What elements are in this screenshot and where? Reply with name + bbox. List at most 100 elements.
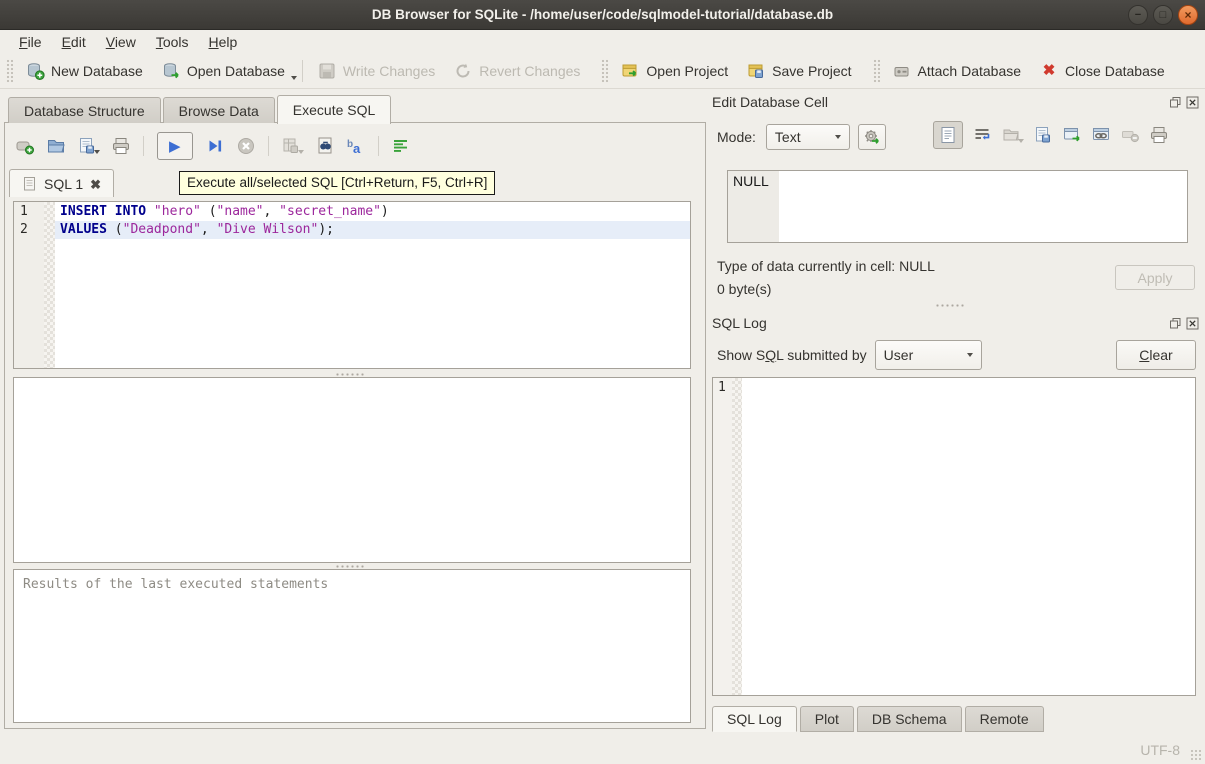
- menu-help[interactable]: Help: [199, 32, 248, 52]
- sql-doc-tab-bar: SQL 1 ✖: [9, 169, 114, 197]
- autocomplete-icon[interactable]: ba: [346, 136, 366, 156]
- close-database-button[interactable]: ✖ Close Database: [1030, 57, 1174, 85]
- bottom-dock-tab-bar: SQL Log Plot DB Schema Remote: [712, 706, 1047, 732]
- toolbar-separator: [302, 60, 303, 82]
- sql-toolbar-separator: [143, 136, 144, 156]
- dock-tab-sql-log[interactable]: SQL Log: [712, 706, 797, 732]
- cell-value-editor[interactable]: NULL: [727, 170, 1188, 243]
- results-grid-pane[interactable]: [13, 377, 691, 563]
- print-sql-icon[interactable]: [111, 136, 131, 156]
- fold-margin: [44, 202, 55, 368]
- save-project-icon: [746, 61, 766, 81]
- code-area[interactable]: INSERT INTO "hero" ("name", "secret_name…: [55, 202, 690, 368]
- dock-tab-remote[interactable]: Remote: [965, 706, 1044, 732]
- log-source-value: User: [884, 347, 914, 363]
- write-changes-button: Write Changes: [308, 57, 444, 85]
- cell-value-area[interactable]: [779, 171, 1187, 242]
- attach-database-button[interactable]: Attach Database: [883, 57, 1031, 85]
- results-message-pane[interactable]: Results of the last executed statements: [13, 569, 691, 723]
- open-database-dropdown-arrow[interactable]: [291, 76, 297, 80]
- link-data-icon[interactable]: [1091, 125, 1111, 145]
- filter-label: Show SQL submitted by: [717, 347, 867, 363]
- clear-log-button[interactable]: Clear: [1116, 340, 1196, 370]
- execute-line-button[interactable]: [205, 136, 225, 156]
- main-area: Database Structure Browse Data Execute S…: [0, 90, 1205, 735]
- revert-changes-icon: [453, 61, 473, 81]
- open-project-button[interactable]: Open Project: [611, 57, 737, 85]
- dock-tab-db-schema[interactable]: DB Schema: [857, 706, 962, 732]
- mode-row: Mode: Text: [717, 123, 886, 151]
- right-dock-area: Edit Database Cell Mode: Text: [705, 90, 1205, 735]
- dock-splitter-handle[interactable]: [935, 303, 965, 308]
- export-icon[interactable]: [1033, 125, 1053, 145]
- print-cell-icon[interactable]: [1149, 125, 1169, 145]
- save-sql-file-button[interactable]: [77, 136, 100, 156]
- word-wrap-icon[interactable]: [972, 125, 992, 145]
- format-sql-icon[interactable]: [391, 136, 411, 156]
- text-mode-button[interactable]: [933, 121, 963, 149]
- mode-label: Mode:: [717, 129, 756, 145]
- minimize-button[interactable]: −: [1128, 5, 1148, 25]
- line-number-gutter: 1 2: [14, 202, 44, 368]
- dock-float-icon[interactable]: [1169, 96, 1182, 109]
- log-source-combobox[interactable]: User: [875, 340, 982, 370]
- write-changes-icon: [317, 61, 337, 81]
- sql-toolbar: ▶ ba: [15, 129, 411, 163]
- new-database-icon: [25, 61, 45, 81]
- menu-file[interactable]: File: [9, 32, 52, 52]
- toolbar-grip[interactable]: [873, 59, 880, 83]
- log-content: [742, 378, 1195, 695]
- new-database-button[interactable]: New Database: [16, 57, 152, 85]
- toolbar-grip[interactable]: [6, 59, 13, 83]
- close-database-icon: ✖: [1039, 61, 1059, 81]
- menu-edit[interactable]: Edit: [52, 32, 96, 52]
- title-bar: DB Browser for SQLite - /home/user/code/…: [0, 0, 1205, 30]
- sql-doc-tab[interactable]: SQL 1 ✖: [9, 169, 114, 197]
- minimize-icon: −: [1135, 10, 1141, 21]
- apply-button: Apply: [1115, 265, 1195, 290]
- dock-tab-plot[interactable]: Plot: [800, 706, 854, 732]
- save-sql-dropdown-arrow[interactable]: [94, 150, 100, 154]
- sql-doc-icon: [22, 176, 37, 192]
- open-sql-file-icon[interactable]: [46, 136, 66, 156]
- sql-doc-tab-close-icon[interactable]: ✖: [90, 178, 101, 191]
- execute-all-icon: ▶: [169, 138, 181, 155]
- save-results-dropdown-arrow: [298, 150, 304, 154]
- execute-all-button[interactable]: ▶: [157, 132, 193, 160]
- tab-browse-data[interactable]: Browse Data: [163, 97, 275, 123]
- sql-log-dock-header: SQL Log: [712, 315, 1199, 331]
- resize-grip[interactable]: [1190, 749, 1202, 761]
- dock-float-icon[interactable]: [1169, 317, 1182, 330]
- stop-button: [236, 136, 256, 156]
- maximize-button[interactable]: □: [1153, 5, 1173, 25]
- toolbar-grip[interactable]: [601, 59, 608, 83]
- menu-view[interactable]: View: [96, 32, 146, 52]
- import-cell-button: [1001, 125, 1024, 145]
- find-icon[interactable]: [315, 136, 335, 156]
- sql-toolbar-separator: [378, 136, 379, 156]
- tab-execute-sql[interactable]: Execute SQL: [277, 95, 392, 124]
- gear-arrow-icon: [862, 127, 882, 147]
- menu-tools[interactable]: Tools: [146, 32, 199, 52]
- close-button[interactable]: ×: [1178, 5, 1198, 25]
- save-project-button[interactable]: Save Project: [737, 57, 860, 85]
- sql-editor[interactable]: 1 2 INSERT INTO "hero" ("name", "secret_…: [13, 201, 691, 369]
- new-sql-tab-icon[interactable]: [15, 136, 35, 156]
- main-tab-bar: Database Structure Browse Data Execute S…: [8, 97, 393, 123]
- tab-database-structure[interactable]: Database Structure: [8, 97, 161, 123]
- sql-log-title: SQL Log: [712, 315, 767, 331]
- sql-log-view[interactable]: 1: [712, 377, 1196, 696]
- open-external-icon[interactable]: [1062, 125, 1082, 145]
- set-null-icon: [1120, 125, 1140, 145]
- mode-value: Text: [775, 129, 801, 145]
- sql-toolbar-separator: [268, 136, 269, 156]
- dock-close-icon[interactable]: [1186, 317, 1199, 330]
- encoding-indicator[interactable]: UTF-8: [1140, 742, 1180, 758]
- close-icon: ×: [1184, 9, 1191, 21]
- dock-close-icon[interactable]: [1186, 96, 1199, 109]
- open-database-button[interactable]: Open Database: [152, 57, 294, 85]
- auto-mode-button[interactable]: [858, 124, 886, 150]
- mode-combobox-arrow: [835, 135, 841, 139]
- log-line-number: 1: [713, 378, 732, 695]
- mode-combobox[interactable]: Text: [766, 124, 850, 150]
